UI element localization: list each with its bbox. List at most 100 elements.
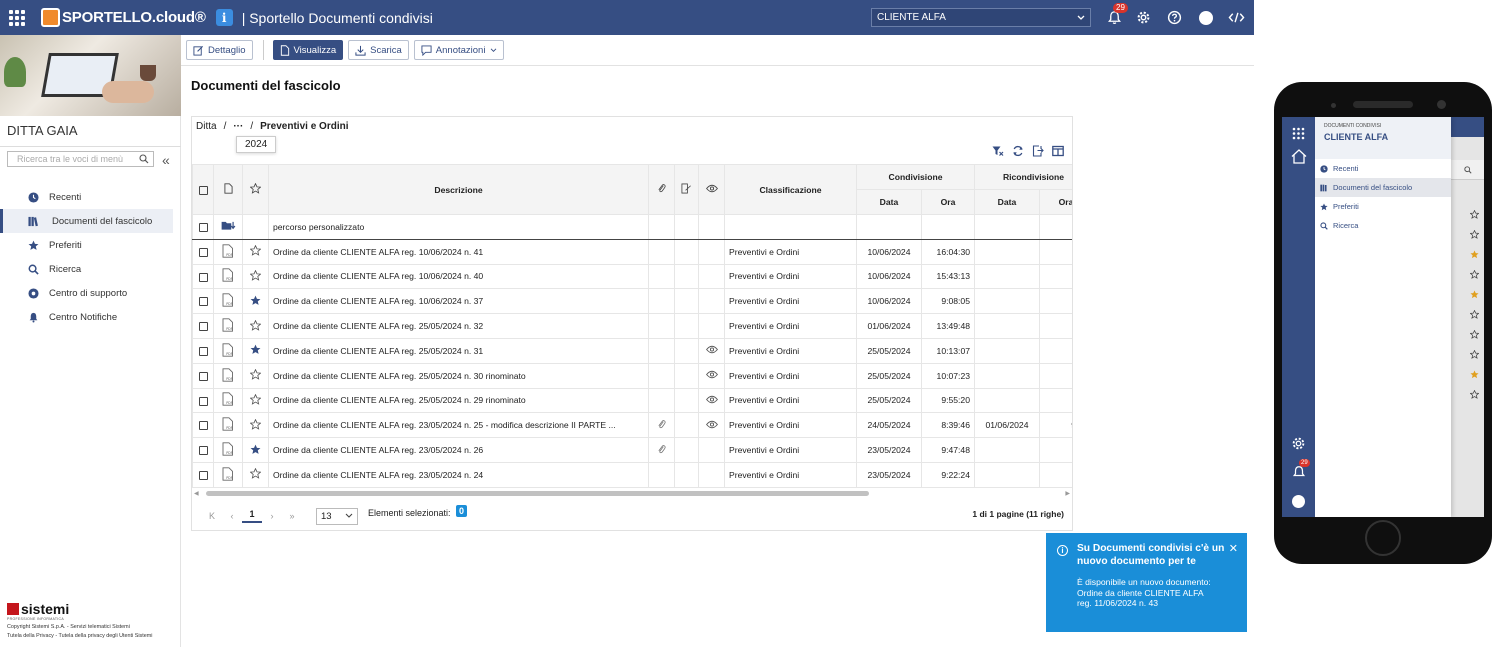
ricondivisione-ora-header[interactable]: Ora	[1039, 189, 1072, 215]
help-button[interactable]	[1166, 9, 1183, 26]
annotation-column-header[interactable]	[674, 164, 699, 215]
star-outline-icon[interactable]	[249, 244, 262, 258]
scrollbar-thumb[interactable]	[206, 491, 869, 496]
settings-button[interactable]	[1135, 9, 1152, 26]
paperclip-icon[interactable]	[657, 419, 666, 432]
row-favorite-cell[interactable]	[242, 313, 269, 339]
sidebar-item-documenti[interactable]: Documenti del fascicolo	[0, 209, 173, 233]
row-checkbox[interactable]	[198, 322, 208, 332]
ricondivisione-data-header[interactable]: Data	[974, 189, 1040, 215]
star-filled-icon[interactable]	[250, 444, 261, 457]
condivisione-data-header[interactable]: Data	[856, 189, 922, 215]
notification-toast[interactable]: i Su Documenti condivisi c'è un nuovo do…	[1046, 533, 1247, 632]
select-all-checkbox[interactable]	[198, 185, 208, 195]
next-page-icon[interactable]: ›	[262, 511, 282, 521]
row-favorite-cell[interactable]	[242, 412, 269, 439]
collapse-sidebar-button[interactable]: «	[162, 152, 170, 168]
row-select-cell[interactable]	[192, 461, 214, 488]
notifications-button[interactable]: 29	[1106, 3, 1128, 26]
condivisione-ora-header[interactable]: Ora	[921, 189, 975, 215]
phone-home-icon[interactable]	[1290, 148, 1307, 165]
star-outline-icon[interactable]	[1469, 269, 1479, 279]
row-checkbox[interactable]	[198, 396, 208, 406]
user-avatar[interactable]	[1197, 9, 1214, 26]
phone-avatar-icon[interactable]	[1290, 493, 1307, 510]
phone-item-recenti[interactable]: Recenti	[1315, 159, 1451, 178]
apps-grid-icon[interactable]	[9, 9, 25, 26]
select-all-cell[interactable]	[192, 164, 214, 215]
table-row[interactable]: PDF Ordine da cliente CLIENTE ALFA reg. 2…	[192, 362, 1072, 389]
row-favorite-cell[interactable]	[242, 362, 269, 389]
table-row[interactable]: PDF Ordine da cliente CLIENTE ALFA reg. 2…	[192, 337, 1072, 364]
row-select-cell[interactable]	[192, 238, 214, 265]
phone-search-button[interactable]	[1451, 160, 1484, 180]
row-checkbox[interactable]	[198, 421, 208, 431]
table-row[interactable]: PDF Ordine da cliente CLIENTE ALFA reg. 2…	[192, 412, 1072, 439]
row-favorite-cell[interactable]	[242, 437, 269, 463]
star-outline-icon[interactable]	[1469, 309, 1479, 319]
phone-item-ricerca[interactable]: Ricerca	[1315, 216, 1451, 235]
row-select-cell[interactable]	[192, 288, 214, 315]
row-checkbox[interactable]	[198, 272, 208, 282]
type-column-header[interactable]	[213, 164, 243, 215]
row-select-cell[interactable]	[192, 214, 214, 240]
row-favorite-cell[interactable]	[242, 288, 269, 315]
row-checkbox[interactable]	[198, 470, 208, 480]
breadcrumb-tooltip[interactable]: 2024	[236, 136, 277, 153]
horizontal-scrollbar[interactable]: ◀ ▶	[194, 490, 1070, 497]
star-outline-icon[interactable]	[249, 319, 262, 333]
row-favorite-cell[interactable]	[242, 337, 269, 364]
table-row[interactable]: PDF Ordine da cliente CLIENTE ALFA reg. 2…	[192, 313, 1072, 339]
row-checkbox[interactable]	[198, 247, 208, 257]
star-outline-icon[interactable]	[249, 393, 262, 407]
star-filled-icon[interactable]	[1469, 369, 1479, 379]
viewed-column-header[interactable]	[698, 164, 725, 215]
table-row[interactable]: PDF Ordine da cliente CLIENTE ALFA reg. 2…	[192, 437, 1072, 463]
phone-item-preferiti[interactable]: Preferiti	[1315, 197, 1451, 216]
paperclip-icon[interactable]	[657, 444, 666, 457]
star-filled-icon[interactable]	[1469, 249, 1479, 259]
clear-filter-button[interactable]	[992, 145, 1004, 157]
row-favorite-cell[interactable]	[242, 461, 269, 488]
star-filled-icon[interactable]	[250, 344, 261, 357]
row-checkbox[interactable]	[198, 347, 208, 356]
sidebar-item-preferiti[interactable]: Preferiti	[0, 233, 181, 257]
footer-privacy-link[interactable]: Tutela della Privacy - Tutela della priv…	[7, 633, 152, 639]
visualizza-button[interactable]: Visualizza	[272, 40, 344, 60]
sidebar-item-supporto[interactable]: Centro di supporto	[0, 281, 181, 305]
scroll-right-icon[interactable]: ▶	[1065, 490, 1070, 497]
phone-bell-icon[interactable]: 29	[1290, 459, 1310, 480]
descrizione-column-header[interactable]: Descrizione	[268, 164, 649, 215]
star-filled-icon[interactable]	[1469, 289, 1479, 299]
row-select-cell[interactable]	[192, 437, 214, 463]
breadcrumb-root[interactable]: Ditta	[196, 121, 217, 132]
row-select-cell[interactable]	[192, 412, 214, 439]
current-page[interactable]: 1	[242, 509, 262, 523]
row-checkbox[interactable]	[198, 223, 208, 233]
annotazioni-dropdown[interactable]: Annotazioni	[413, 40, 505, 60]
star-filled-icon[interactable]	[250, 295, 261, 308]
row-select-cell[interactable]	[192, 263, 214, 290]
breadcrumb-ellipsis[interactable]: ···	[233, 121, 243, 132]
table-row[interactable]: PDF Ordine da cliente CLIENTE ALFA reg. 1…	[192, 238, 1072, 265]
close-icon[interactable]: ✕	[1229, 542, 1238, 555]
export-button[interactable]	[1032, 145, 1044, 157]
classificazione-column-header[interactable]: Classificazione	[724, 164, 857, 215]
star-outline-icon[interactable]	[249, 468, 262, 481]
menu-search-input[interactable]: Ricerca tra le voci di menù	[7, 151, 154, 167]
first-page-icon[interactable]: K	[202, 511, 222, 521]
developer-button[interactable]	[1228, 9, 1245, 26]
table-row[interactable]: PDF Ordine da cliente CLIENTE ALFA reg. 1…	[192, 263, 1072, 290]
scroll-left-icon[interactable]: ◀	[194, 490, 199, 497]
row-select-cell[interactable]	[192, 387, 214, 414]
row-checkbox[interactable]	[198, 297, 208, 307]
table-row[interactable]: PDF Ordine da cliente CLIENTE ALFA reg. 2…	[192, 461, 1072, 488]
table-row[interactable]: PDF Ordine da cliente CLIENTE ALFA reg. 1…	[192, 288, 1072, 315]
page-size-select[interactable]: 13	[316, 507, 358, 525]
row-favorite-cell[interactable]	[242, 238, 269, 265]
star-outline-icon[interactable]	[1469, 209, 1479, 219]
star-outline-icon[interactable]	[1469, 229, 1479, 239]
folder-row[interactable]: percorso personalizzato	[192, 214, 1072, 240]
client-select[interactable]: CLIENTE ALFA	[871, 8, 1091, 27]
row-checkbox[interactable]	[198, 371, 208, 381]
